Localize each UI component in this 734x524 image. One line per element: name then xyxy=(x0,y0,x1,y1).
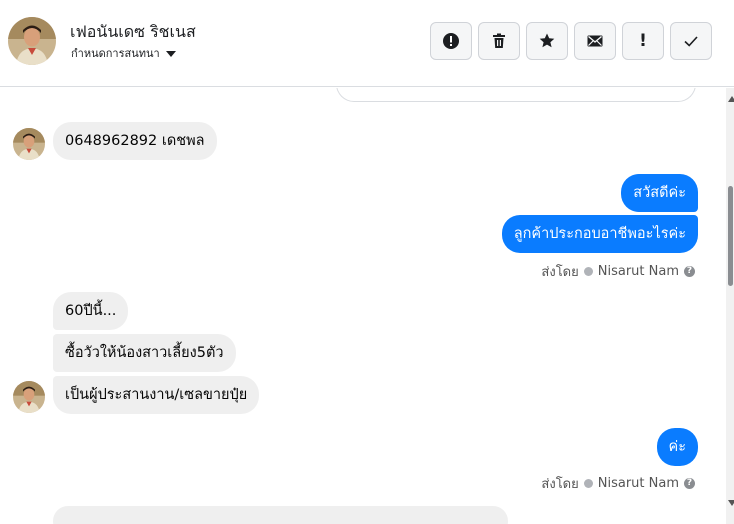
contact-name: เฟอนันเดซ ริชเนส xyxy=(70,22,196,41)
mark-important-button[interactable]: ! xyxy=(622,22,664,60)
sent-by-agent: Nisarut Nam xyxy=(597,264,679,279)
help-icon[interactable]: ? xyxy=(684,266,695,277)
star-icon xyxy=(539,33,555,48)
mail-icon xyxy=(587,35,603,47)
help-icon[interactable]: ? xyxy=(684,478,695,489)
star-button[interactable] xyxy=(526,22,568,60)
sent-by-agent: Nisarut Nam xyxy=(597,476,679,491)
avatar[interactable] xyxy=(8,17,56,65)
incoming-message: ซื้อวัวให้น้องสาวเลี้ยง5ตัว xyxy=(53,334,236,372)
conversation-header: เฟอนันเดซ ริชเนส กำหนดการสนทนา ! xyxy=(0,0,734,87)
report-button[interactable] xyxy=(430,22,472,60)
contact-photo xyxy=(8,17,56,65)
report-icon xyxy=(443,33,459,49)
outgoing-message: ค่ะ xyxy=(656,428,698,466)
contact-photo xyxy=(13,381,45,413)
mark-done-button[interactable] xyxy=(670,22,712,60)
trash-icon xyxy=(493,33,505,48)
sent-by-label: ส่งโดย xyxy=(541,477,579,492)
scrollbar-thumb[interactable] xyxy=(728,186,733,286)
conversation-status-dropdown[interactable]: กำหนดการสนทนา xyxy=(71,44,176,62)
conversation-status-label: กำหนดการสนทนา xyxy=(71,47,160,60)
incoming-message: 0648962892 เดชพล xyxy=(53,122,217,160)
check-icon xyxy=(684,36,698,47)
scroll-down-arrow-icon[interactable] xyxy=(728,500,734,506)
scrollbar-track[interactable] xyxy=(726,88,734,524)
next-message-bubble xyxy=(53,506,508,524)
agent-status-icon xyxy=(583,479,593,488)
action-toolbar: ! xyxy=(430,22,712,60)
incoming-message: เป็นผู้ประสานงาน/เซลขายปุ๋ย xyxy=(53,376,260,414)
incoming-message: 60ปีนี้... xyxy=(53,292,129,330)
message-thread: 0648962892 เดชพล สวัสดีค่ะ ลูกค้าประกอบอ… xyxy=(0,88,730,524)
outgoing-message: สวัสดีค่ะ xyxy=(621,174,698,212)
sent-by-label: ส่งโดย xyxy=(541,265,579,280)
caret-down-icon xyxy=(165,50,176,57)
outgoing-message: ลูกค้าประกอบอาชีพอะไรค่ะ xyxy=(501,215,698,253)
sent-by-info: ส่งโดย Nisarut Nam ? xyxy=(541,473,695,494)
delete-button[interactable] xyxy=(478,22,520,60)
avatar xyxy=(13,381,45,413)
scroll-up-arrow-icon[interactable] xyxy=(728,96,734,102)
sent-by-info: ส่งโดย Nisarut Nam ? xyxy=(541,261,695,282)
contact-photo xyxy=(13,128,45,160)
agent-status-icon xyxy=(583,267,593,276)
previous-message-bubble xyxy=(336,88,696,102)
mark-unread-button[interactable] xyxy=(574,22,616,60)
important-icon: ! xyxy=(639,31,647,51)
avatar xyxy=(13,128,45,160)
